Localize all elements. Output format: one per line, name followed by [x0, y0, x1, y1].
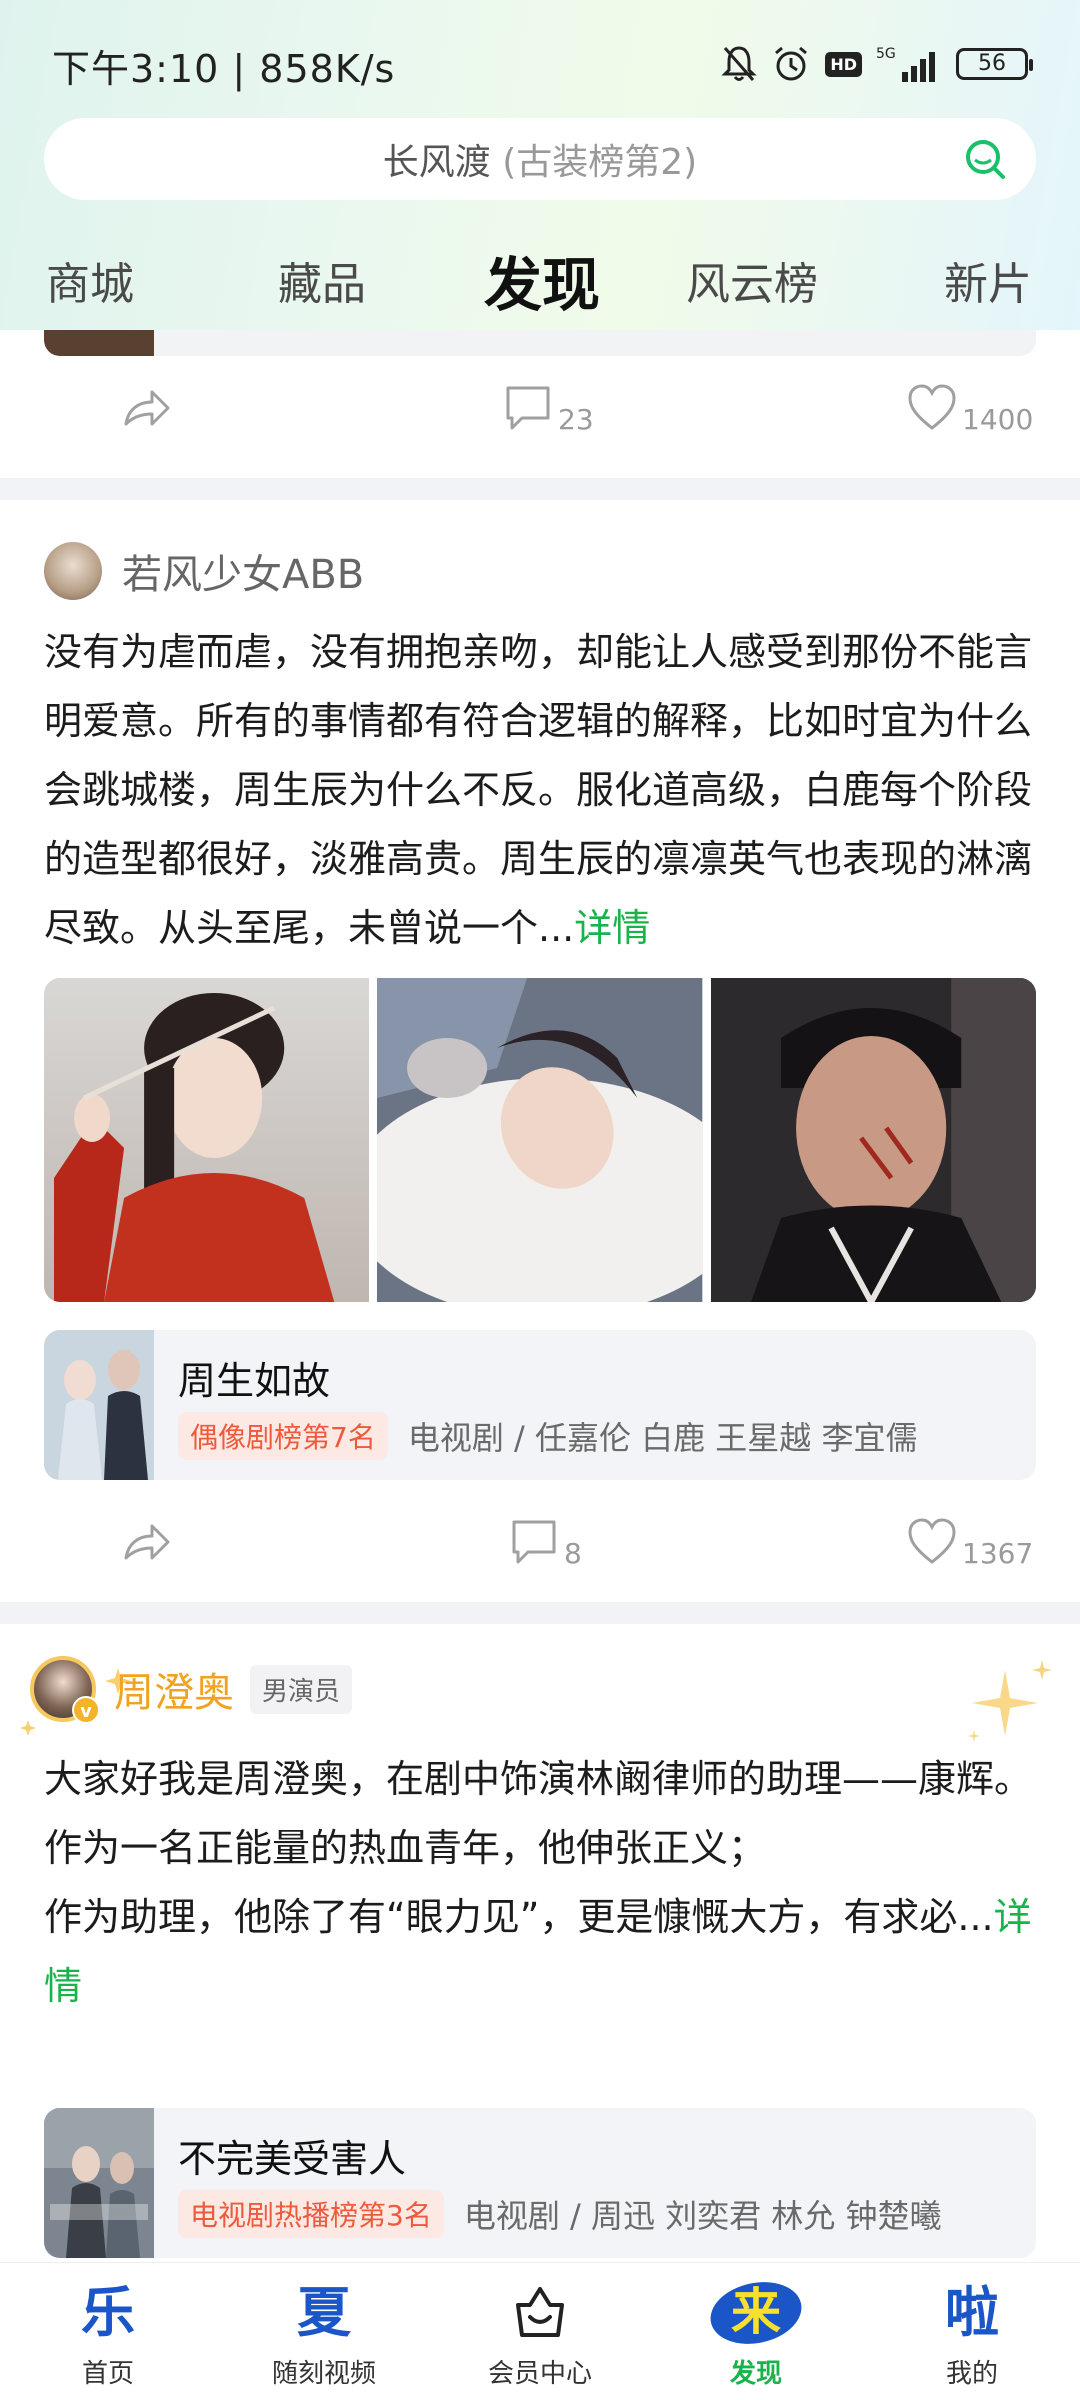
post-image-1[interactable] [44, 978, 370, 1302]
comment-icon [506, 386, 550, 430]
previous-show-card[interactable] [44, 330, 1036, 356]
like-button[interactable]: 1400 [904, 380, 1033, 436]
search-icon[interactable] [962, 136, 1008, 182]
detail-link[interactable]: 详情 [574, 906, 650, 950]
nav-video[interactable]: 夏 随刻视频 [216, 2263, 432, 2400]
post-line-with-detail: 作为助理，他除了有“眼力见”，更是慷慨大方，有求必...详情 [44, 1895, 1032, 2008]
mute-bell-icon [721, 46, 757, 81]
hd-icon: HD [825, 51, 862, 77]
alarm-icon [775, 46, 808, 81]
nav-label: 发现 [729, 2359, 782, 2389]
rank-badge[interactable]: 电视剧热播榜第3名 [178, 2190, 444, 2238]
post-author[interactable]: 若风少女ABB [44, 542, 364, 600]
post-body[interactable]: 大家好我是周澄奥，在剧中饰演林阚律师的助理——康辉。 作为一名正能量的热血青年，… [44, 1745, 1039, 2021]
like-count: 1367 [962, 1537, 1034, 1570]
show-meta: 电视剧热播榜第3名 电视剧 / 周迅 刘奕君 林允 钟楚曦 [178, 2190, 941, 2238]
nav-membership[interactable]: 会员中心 [432, 2263, 648, 2400]
post-actions: 8 1367 [0, 1500, 1080, 1590]
like-count: 1400 [962, 403, 1034, 436]
nav-label: 我的 [945, 2359, 998, 2389]
home-logo-icon: 乐 [81, 2281, 135, 2344]
tab-mall[interactable]: 商城 [46, 248, 134, 312]
profile-logo-icon: 啦 [945, 2281, 999, 2344]
author-name[interactable]: 若风少女ABB [122, 542, 364, 600]
sparkle-decoration-icon [968, 1660, 1052, 1742]
signal-icon: 5G [876, 46, 935, 82]
status-icons: HD 5G 56 [721, 40, 1033, 88]
like-button[interactable]: 1367 [904, 1514, 1033, 1570]
nav-profile[interactable]: 啦 我的 [864, 2263, 1080, 2400]
previous-post-actions: 23 1400 [0, 366, 1080, 456]
post-body[interactable]: 没有为虐而虐，没有拥抱亲吻，却能让人感受到那份不能言明爱意。所有的事情都有符合逻… [44, 618, 1039, 963]
tab-collection[interactable]: 藏品 [278, 248, 366, 312]
verified-badge-icon: v [72, 1696, 100, 1724]
linked-show-card[interactable]: 不完美受害人 电视剧热播榜第3名 电视剧 / 周迅 刘奕君 林允 钟楚曦 [44, 2108, 1036, 2258]
nav-label: 随刻视频 [271, 2359, 376, 2389]
heart-icon [908, 1518, 956, 1564]
status-bar: 下午3:10 | 858K/s HD 5G 56 [0, 0, 1080, 120]
battery-icon: 56 [956, 48, 1033, 80]
share-button[interactable] [118, 1514, 174, 1570]
show-title: 不完美受害人 [178, 2137, 407, 2181]
search-bar[interactable]: 长风渡 (古装榜第2) [44, 118, 1036, 200]
show-cast: 电视剧 / 周迅 刘奕君 林允 钟楚曦 [463, 2197, 942, 2235]
post-image-3[interactable] [710, 978, 1036, 1302]
svg-text:来: 来 [731, 2283, 781, 2341]
bottom-navigation: 乐 首页 夏 随刻视频 会员中心 来 发现 啦 我的 [0, 2262, 1080, 2400]
comment-count: 8 [564, 1537, 582, 1570]
rank-badge[interactable]: 偶像剧榜第7名 [178, 1412, 388, 1460]
linked-show-card[interactable]: 周生如故 偶像剧榜第7名 电视剧 / 任嘉伦 白鹿 王星越 李宜儒 [44, 1330, 1036, 1480]
show-meta: 偶像剧榜第7名 电视剧 / 任嘉伦 白鹿 王星越 李宜儒 [178, 1412, 917, 1460]
tab-discover[interactable]: 发现 [484, 238, 600, 322]
status-time: 下午3:10 | 858K/s [52, 47, 396, 91]
avatar[interactable] [44, 542, 102, 600]
share-icon [124, 390, 170, 426]
comment-button[interactable]: 23 [500, 380, 594, 436]
app-header: 下午3:10 | 858K/s HD 5G 56 长风渡 (古装榜第2) 商城 … [0, 0, 1080, 330]
post-text: 没有为虐而虐，没有拥抱亲吻，却能让人感受到那份不能言明爱意。所有的事情都有符合逻… [44, 630, 1033, 950]
comment-count: 23 [558, 403, 594, 436]
discover-logo-icon: 来 [710, 2282, 802, 2344]
discover-feed[interactable]: 23 1400 若风少女ABB 没有为虐而虐，没有拥抱亲吻，却能让人感受到那份不… [0, 330, 1080, 2260]
nav-home[interactable]: 乐 首页 [0, 2263, 216, 2400]
nav-label: 会员中心 [487, 2359, 592, 2389]
tab-new-releases[interactable]: 新片 [944, 248, 1032, 312]
share-icon [124, 1524, 170, 1560]
post-image-2[interactable] [377, 978, 703, 1302]
avatar[interactable]: v [30, 1656, 100, 1724]
comment-icon [512, 1520, 556, 1564]
role-tag: 男演员 [250, 1664, 353, 1714]
celebrity-author[interactable]: v 周澄奥 男演员 [30, 1656, 353, 1724]
author-name[interactable]: 周澄奥 [114, 1660, 234, 1718]
show-poster [44, 1330, 154, 1480]
search-placeholder: 长风渡 (古装榜第2) [382, 142, 698, 183]
crown-basket-icon [516, 2287, 564, 2337]
show-poster-thumbnail [44, 330, 154, 356]
comment-button[interactable]: 8 [506, 1514, 582, 1570]
show-cast: 电视剧 / 任嘉伦 白鹿 王星越 李宜儒 [407, 1419, 918, 1457]
post-line: 作为一名正能量的热血青年，他伸张正义； [44, 1826, 767, 1870]
post-divider [0, 478, 1080, 500]
share-button[interactable] [118, 380, 174, 436]
post-line: 大家好我是周澄奥，在剧中饰演林阚律师的助理——康辉。 [44, 1757, 1033, 1801]
heart-icon [908, 384, 956, 430]
top-tabs: 商城 藏品 发现 风云榜 新片 [0, 232, 1080, 322]
post-divider [0, 1602, 1080, 1624]
nav-label: 首页 [81, 2359, 134, 2389]
nav-discover[interactable]: 来 发现 [648, 2263, 864, 2400]
post-image-grid [44, 978, 1036, 1302]
tab-rankings[interactable]: 风云榜 [686, 248, 818, 312]
show-poster [44, 2108, 154, 2258]
show-title: 周生如故 [178, 1359, 331, 1403]
video-logo-icon: 夏 [297, 2281, 351, 2344]
svg-text:5G: 5G [876, 46, 896, 62]
